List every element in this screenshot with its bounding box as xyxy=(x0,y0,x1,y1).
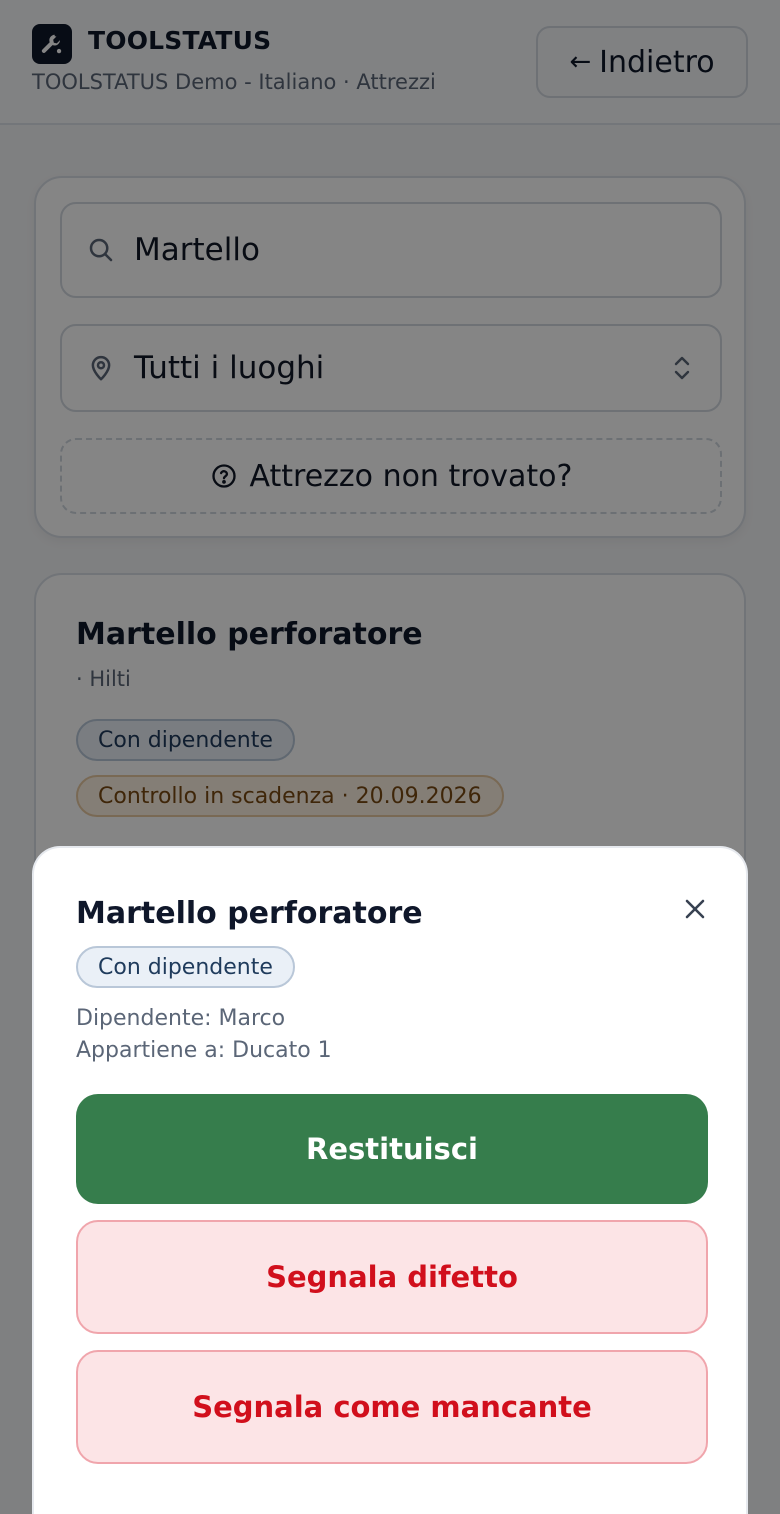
sheet-title: Martello perforatore xyxy=(76,896,423,931)
return-button[interactable]: Restituisci xyxy=(76,1094,708,1204)
report-missing-button[interactable]: Segnala come mancante xyxy=(76,1350,708,1464)
employee-info: Dipendente: Marco xyxy=(76,1006,286,1031)
belongs-to-info: Appartiene a: Ducato 1 xyxy=(76,1038,332,1063)
close-button[interactable] xyxy=(680,894,710,924)
close-icon xyxy=(685,899,705,919)
tool-action-sheet: Martello perforatore Con dipendente Dipe… xyxy=(32,846,748,1514)
sheet-status-badge: Con dipendente xyxy=(76,946,295,988)
report-defect-button[interactable]: Segnala difetto xyxy=(76,1220,708,1334)
